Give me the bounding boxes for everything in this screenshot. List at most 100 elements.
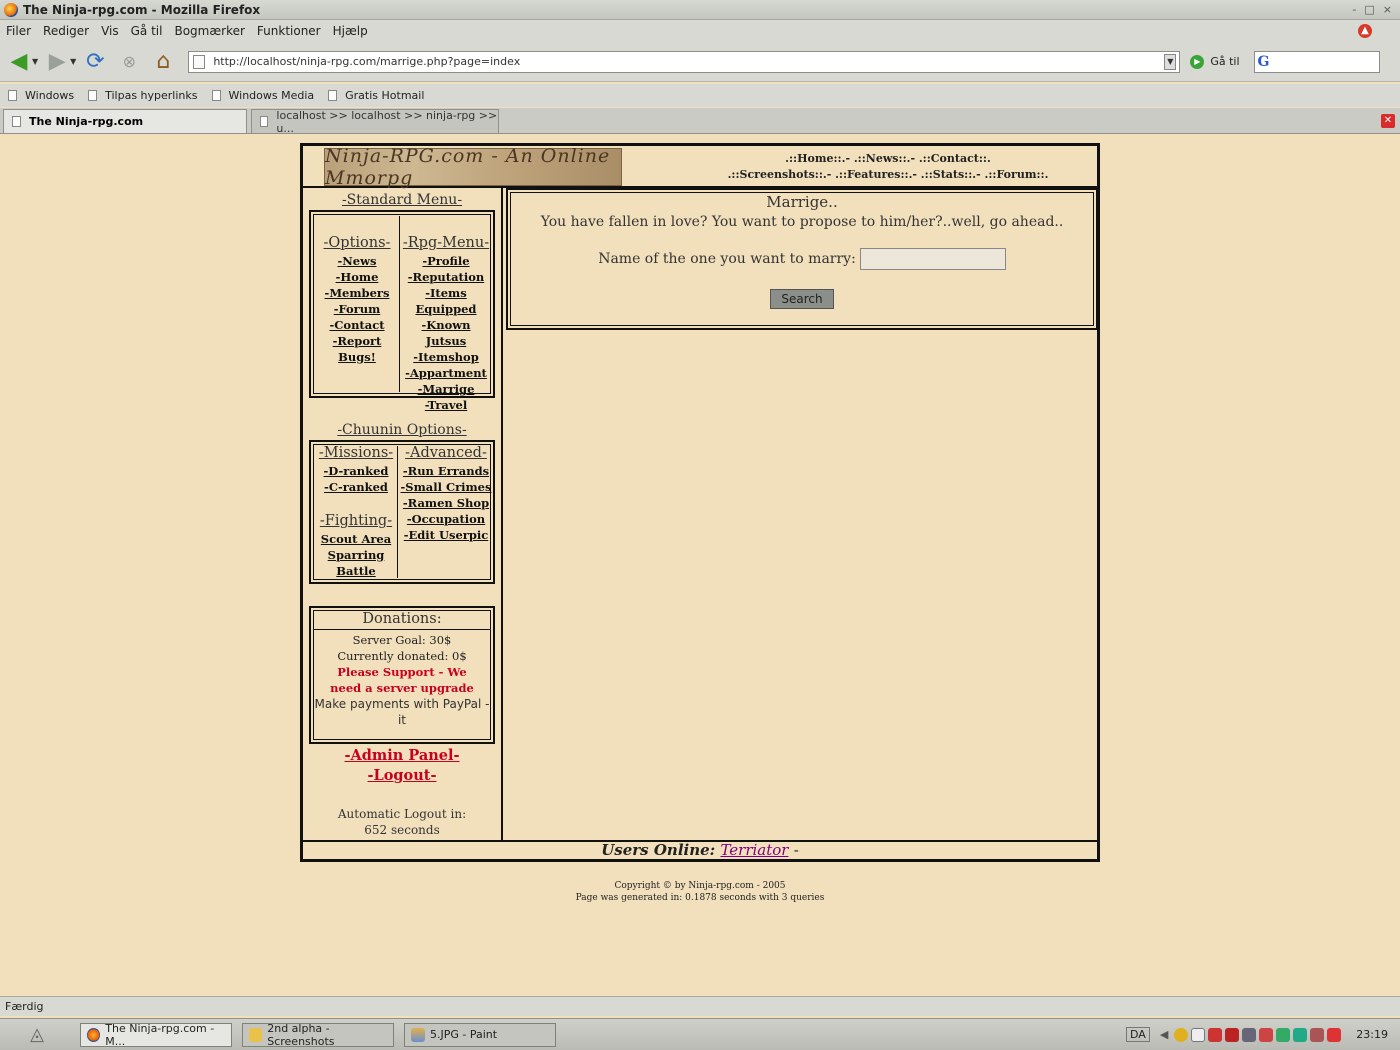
- menu-link-items-equipped[interactable]: -Items Equipped: [416, 286, 477, 316]
- bookmark-gratis-hotmail[interactable]: Gratis Hotmail: [328, 89, 424, 102]
- admin-links: -Admin Panel- -Logout-: [303, 746, 501, 786]
- menu-link-reputation[interactable]: -Reputation: [408, 270, 485, 284]
- messenger-icon[interactable]: [1293, 1027, 1308, 1042]
- fight-link-battle[interactable]: Battle: [336, 564, 375, 578]
- tab-label: The Ninja-rpg.com: [29, 115, 144, 128]
- menu-file[interactable]: Filer: [6, 24, 31, 38]
- close-tab-icon[interactable]: ✕: [1381, 114, 1395, 128]
- forward-dropdown-icon[interactable]: ▼: [70, 57, 76, 66]
- maximize-button[interactable]: □: [1364, 3, 1374, 16]
- menu-view[interactable]: Vis: [101, 24, 119, 38]
- security-icon[interactable]: [1276, 1027, 1291, 1042]
- menu-link-contact[interactable]: -Contact: [329, 318, 384, 332]
- taskbar-item-screenshots[interactable]: 2nd alpha - Screenshots: [242, 1021, 394, 1048]
- update-alert-icon[interactable]: ▲: [1358, 24, 1372, 38]
- site-logo[interactable]: Ninja-RPG.com - An Online Mmorpg: [324, 145, 622, 189]
- menu-link-report-bugs[interactable]: -Report Bugs!: [333, 334, 382, 364]
- menu-link-forum[interactable]: -Forum: [334, 302, 381, 316]
- menu-link-home[interactable]: -Home: [336, 270, 379, 284]
- page-icon: [8, 90, 17, 101]
- advanced-link-run-errands[interactable]: -Run Errands: [403, 464, 489, 478]
- top-nav-line1[interactable]: .::Home::.- .::News::.- .::Contact::.: [703, 151, 1073, 167]
- address-input[interactable]: http://localhost/ninja-rpg.com/marrige.p…: [213, 55, 1164, 68]
- menu-link-profile[interactable]: -Profile: [422, 254, 469, 268]
- network-icon[interactable]: [1174, 1027, 1189, 1042]
- cloud-icon[interactable]: [1191, 1027, 1206, 1042]
- logout-link[interactable]: -Logout-: [368, 767, 437, 784]
- reload-icon[interactable]: ⟳: [80, 47, 110, 77]
- menu-link-itemshop[interactable]: -Itemshop: [413, 350, 479, 364]
- shield-icon[interactable]: [1327, 1027, 1342, 1042]
- menu-link-known-jutsus[interactable]: -Known Jutsus: [421, 318, 470, 348]
- top-nav-line2[interactable]: .::Screenshots::.- .::Features::.- .::St…: [703, 167, 1073, 183]
- paypal-message: Make payments with PayPal - it: [314, 697, 490, 727]
- menu-link-members[interactable]: -Members: [325, 286, 390, 300]
- bookmark-windows-media[interactable]: Windows Media: [211, 89, 314, 102]
- marry-name-input[interactable]: [859, 248, 1006, 270]
- tab-localhost[interactable]: localhost >> localhost >> ninja-rpg >> u…: [251, 109, 499, 135]
- advanced-link-occupation[interactable]: -Occupation: [407, 512, 485, 526]
- go-button[interactable]: ▶ Gå til: [1190, 54, 1240, 69]
- fight-link-scout-area[interactable]: Scout Area: [321, 532, 391, 546]
- system-tray: DA ◀ 23:19: [1126, 1023, 1400, 1047]
- advanced-heading: -Advanced-: [405, 445, 487, 461]
- missions-heading: -Missions-: [318, 445, 394, 461]
- rpg-menu-column: -Rpg-Menu- -Profile -Reputation -Items E…: [401, 234, 491, 413]
- tab-bar: The Ninja-rpg.com localhost >> localhost…: [0, 108, 1400, 135]
- monitor-icon[interactable]: [1242, 1027, 1257, 1042]
- marry-form-row: Name of the one you want to marry:: [508, 248, 1096, 270]
- forward-arrow-icon[interactable]: ▶: [42, 47, 72, 77]
- antivirus-icon[interactable]: [1208, 1027, 1223, 1042]
- menu-link-news[interactable]: -News: [338, 254, 377, 268]
- language-indicator[interactable]: DA: [1126, 1027, 1150, 1042]
- menu-bookmarks[interactable]: Bogmærker: [174, 24, 244, 38]
- taskbar: ◬ The Ninja-rpg.com - M... 2nd alpha - S…: [0, 1018, 1400, 1050]
- admin-panel-link[interactable]: -Admin Panel-: [344, 747, 459, 764]
- ati-icon[interactable]: [1225, 1027, 1240, 1042]
- bookmark-windows[interactable]: Windows: [8, 89, 74, 102]
- mission-link-d-ranked[interactable]: -D-ranked: [324, 464, 389, 478]
- menu-link-travel[interactable]: -Travel: [425, 398, 467, 412]
- taskbar-item-firefox[interactable]: The Ninja-rpg.com - M...: [80, 1022, 232, 1048]
- update-icon[interactable]: [1310, 1027, 1325, 1042]
- start-button[interactable]: ◬: [4, 1021, 70, 1049]
- menu-edit[interactable]: Rediger: [43, 24, 89, 38]
- bookmark-tilpas-hyperlinks[interactable]: Tilpas hyperlinks: [88, 89, 198, 102]
- menu-link-marrige[interactable]: -Marrige: [418, 382, 475, 396]
- online-user-link[interactable]: Terriator: [720, 841, 788, 859]
- home-icon[interactable]: ⌂: [148, 47, 178, 77]
- search-input[interactable]: G: [1253, 50, 1380, 73]
- google-icon[interactable]: G: [1258, 54, 1270, 70]
- menu-help[interactable]: Hjælp: [333, 24, 368, 38]
- task-label: 2nd alpha - Screenshots: [267, 1021, 335, 1048]
- auto-logout-value: 652 seconds: [364, 823, 440, 837]
- advanced-link-edit-userpic[interactable]: -Edit Userpic: [404, 528, 489, 542]
- tab-ninja-rpg[interactable]: The Ninja-rpg.com: [3, 109, 247, 133]
- options-column: -Options- -News -Home -Members -Forum -C…: [315, 234, 399, 365]
- marry-name-label: Name of the one you want to marry:: [598, 251, 856, 267]
- generation-time: Page was generated in: 0.1878 seconds wi…: [575, 893, 825, 903]
- mission-link-c-ranked[interactable]: -C-ranked: [324, 480, 388, 494]
- minimize-button[interactable]: -: [1352, 3, 1356, 16]
- taskbar-item-paint[interactable]: 5.JPG - Paint: [404, 1022, 556, 1047]
- fighting-heading: -Fighting-: [319, 513, 393, 529]
- tray-expand-icon[interactable]: ◀: [1160, 1028, 1168, 1041]
- search-button[interactable]: Search: [770, 289, 834, 309]
- menu-go[interactable]: Gå til: [131, 24, 163, 38]
- window-controls: - □ ×: [1352, 3, 1400, 16]
- back-dropdown-icon[interactable]: ▼: [32, 57, 38, 66]
- stop-icon[interactable]: ⊗: [114, 47, 144, 77]
- bookmarks-toolbar: Windows Tilpas hyperlinks Windows Media …: [0, 84, 1400, 107]
- fight-link-sparring[interactable]: Sparring: [328, 548, 385, 562]
- clock[interactable]: 23:19: [1356, 1028, 1388, 1041]
- address-dropdown-icon[interactable]: ▼: [1164, 53, 1177, 70]
- back-arrow-icon[interactable]: ◀: [4, 47, 34, 77]
- menu-link-appartment[interactable]: -Appartment: [405, 366, 487, 380]
- close-button[interactable]: ×: [1383, 3, 1392, 16]
- address-bar[interactable]: http://localhost/ninja-rpg.com/marrige.p…: [188, 50, 1181, 73]
- advanced-link-small-crimes[interactable]: -Small Crimes: [401, 480, 492, 494]
- menu-tools[interactable]: Funktioner: [257, 24, 321, 38]
- network-disconnected-icon[interactable]: [1259, 1027, 1274, 1042]
- advanced-link-ramen-shop[interactable]: -Ramen Shop: [403, 496, 489, 510]
- bookmark-label: Windows: [25, 89, 75, 102]
